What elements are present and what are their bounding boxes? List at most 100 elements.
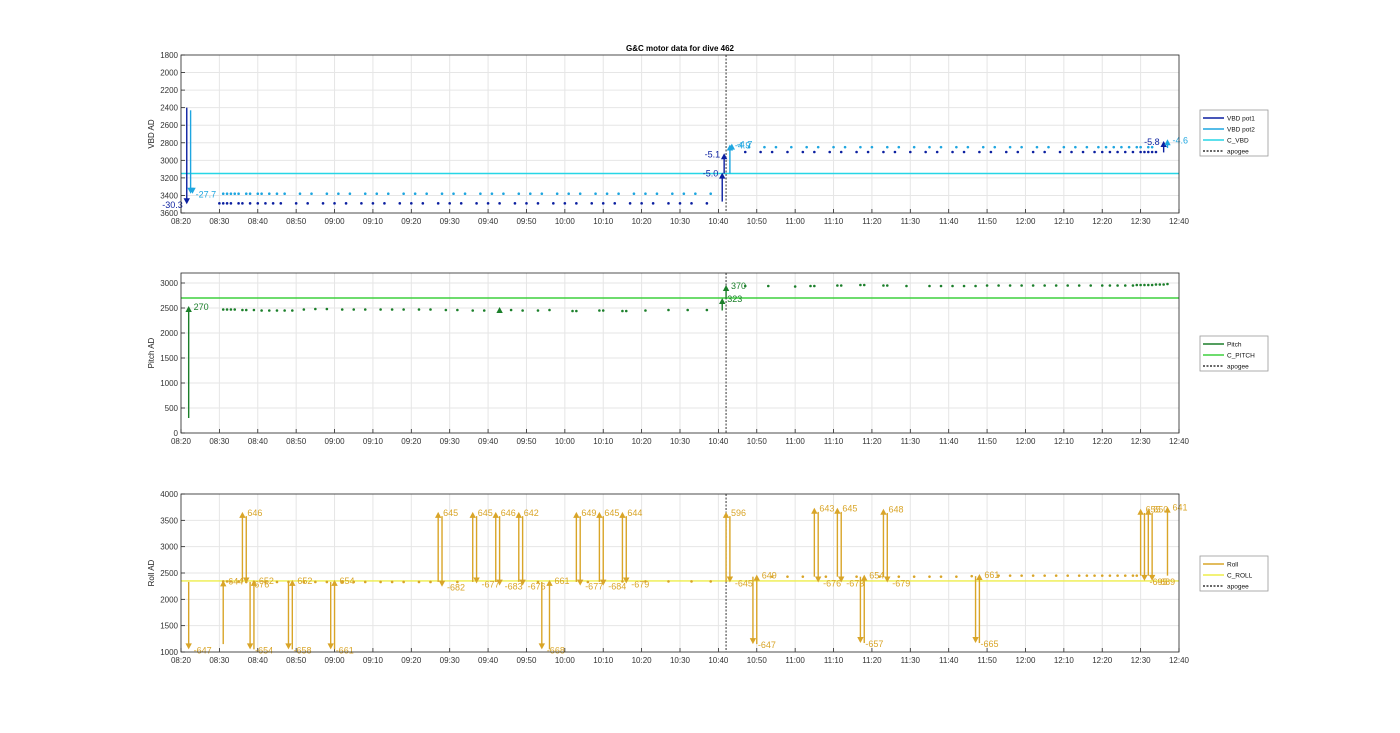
roll-roll-point (786, 575, 789, 578)
roll-x-tick-label: 12:20 (1092, 656, 1113, 665)
vbd-vbd-pot1-point (421, 202, 425, 205)
pitch-arrow-label: 270 (194, 302, 209, 312)
pitch-pitch-point (859, 283, 862, 287)
vbd-vbd-pot1-point (909, 150, 912, 154)
pitch-pitch-point (571, 309, 574, 313)
vbd-arrow-label: -5.0 (703, 169, 719, 179)
pitch-pitch-point (1162, 283, 1165, 286)
roll-roll-point (970, 574, 974, 578)
vbd-vbd-pot1-point (1093, 150, 1096, 154)
pitch-x-tick-label: 09:30 (440, 437, 461, 446)
pitch-pitch-point (390, 308, 394, 311)
pitch-y-tick-label: 3000 (160, 279, 178, 288)
vbd-vbd-pot2-point (644, 192, 647, 195)
pitch-pitch-point (548, 308, 551, 312)
pitch-x-tick-label: 12:30 (1131, 437, 1152, 446)
vbd-vbd-pot2-point (993, 145, 997, 149)
pitch-pitch-point (1077, 284, 1081, 287)
vbd-vbd-pot2-point (1020, 145, 1023, 149)
roll-arrow-label: -661 (336, 645, 354, 655)
pitch-pitch-point (379, 308, 382, 311)
pitch-pitch-point (325, 307, 329, 311)
pitch-pitch-point (601, 309, 605, 312)
roll-y-tick-label: 3000 (160, 543, 178, 552)
vbd-vbd-pot2-point (1008, 145, 1012, 149)
roll-x-tick-label: 08:50 (286, 656, 307, 665)
pitch-x-tick-label: 10:30 (670, 437, 691, 446)
pitch-pitch-point (252, 308, 256, 312)
pitch-pitch-point (1054, 284, 1058, 287)
vbd-vbd-pot2-point (859, 145, 862, 149)
vbd-vbd-pot2-point (555, 192, 559, 195)
roll-roll-point (709, 580, 713, 583)
vbd-vbd-pot1-point (667, 202, 670, 205)
vbd-vbd-pot2-point (843, 145, 847, 149)
vbd-vbd-pot1-point (855, 150, 858, 154)
vbd-x-tick-label: 10:50 (747, 217, 768, 226)
roll-roll-point (1008, 574, 1012, 577)
vbd-vbd-pot2-point (605, 192, 609, 195)
vbd-vbd-pot2-point (966, 145, 970, 149)
pitch-x-tick-label: 09:50 (516, 437, 537, 446)
roll-arrow-label: 652 (259, 576, 274, 586)
vbd-vbd-pot1-point (371, 202, 375, 205)
vbd-vbd-pot1-point (225, 202, 229, 205)
pitch-pitch-point (939, 284, 943, 288)
vbd-vbd-pot1-point (1154, 150, 1158, 154)
pitch-pitch-point (1066, 284, 1069, 287)
pitch-legend: Pitch C_PITCHapogee (1199, 335, 1269, 372)
vbd-vbd-pot2-point (1035, 145, 1039, 149)
roll-y-tick-label: 2000 (160, 595, 178, 604)
vbd-vbd-pot1-point (459, 202, 463, 205)
roll-arrow-label: 649 (581, 508, 596, 518)
vbd-vbd-pot2-point (540, 192, 544, 195)
vbd-vbd-pot1-point (1058, 150, 1062, 154)
pitch-pitch-point (667, 308, 670, 312)
pitch-pitch-point (882, 284, 885, 287)
vbd-x-tick-label: 11:20 (862, 217, 882, 226)
vbd-vbd-pot2-point (763, 145, 766, 149)
roll-x-tick-label: 12:40 (1169, 656, 1190, 665)
vbd-vbd-pot1-point (448, 202, 451, 205)
vbd-arrow-label: -4.7 (737, 140, 753, 150)
vbd-vbd-pot2-point (248, 192, 252, 195)
vbd-vbd-pot2-point (578, 192, 582, 195)
pitch-pitch-point (598, 309, 601, 312)
pitch-pitch-point (521, 309, 524, 312)
pitch-pitch-point (813, 284, 816, 288)
roll-x-tick-label: 09:50 (516, 656, 537, 665)
vbd-x-tick-label: 11:00 (785, 217, 805, 226)
vbd-vbd-pot2-point (832, 145, 835, 149)
pitch-pitch-point (905, 284, 908, 288)
vbd-vbd-pot2-point (805, 145, 808, 149)
vbd-vbd-pot2-point (928, 145, 931, 149)
vbd-vbd-pot2-point (260, 192, 263, 195)
vbd-vbd-pot1-point (935, 150, 939, 154)
roll-roll-point (379, 580, 382, 584)
vbd-vbd-pot1-point (248, 202, 252, 205)
vbd-vbd-pot2-point (233, 192, 237, 195)
vbd-vbd-pot2-point (709, 192, 713, 195)
pitch-pitch-point (241, 308, 244, 312)
pitch-x-tick-label: 12:40 (1169, 437, 1190, 446)
pitch-x-tick-label: 10:00 (555, 437, 576, 446)
roll-roll-point (690, 580, 693, 583)
vbd-vbd-pot1-point (640, 202, 643, 205)
pitch-x-tick-label: 10:10 (593, 437, 614, 446)
roll-arrow-label: -683 (505, 582, 523, 592)
vbd-vbd-pot1-point (705, 202, 709, 205)
vbd-vbd-pot1-point (759, 150, 762, 154)
vbd-vbd-pot1-point (1031, 150, 1035, 154)
roll-roll-point (928, 575, 931, 578)
roll-roll-point (912, 575, 916, 578)
roll-x-tick-label: 08:30 (209, 656, 230, 665)
roll-roll-point (1123, 574, 1127, 577)
roll-arrow-label: -677 (585, 582, 603, 592)
pitch-x-tick-label: 10:20 (632, 437, 653, 446)
pitch-pitch-point (793, 285, 797, 288)
pitch-pitch-point (862, 283, 866, 287)
vbd-vbd-pot2-point (1112, 145, 1116, 149)
pitch-pitch-point (340, 308, 344, 311)
vbd-vbd-pot1-point (525, 202, 528, 205)
roll-x-tick-label: 10:40 (708, 656, 729, 665)
